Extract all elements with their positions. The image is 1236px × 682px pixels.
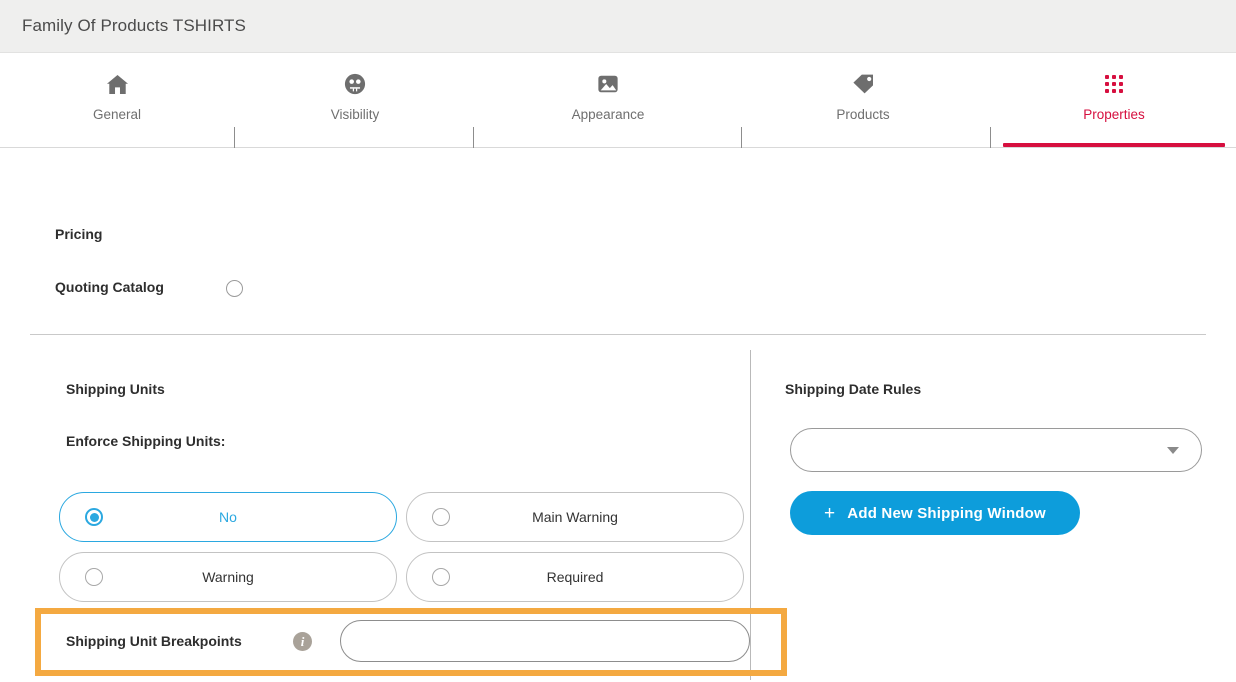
tab-visibility[interactable]: Visibility: [300, 53, 410, 148]
plus-icon: +: [824, 504, 835, 523]
option-required[interactable]: Required: [406, 552, 744, 602]
option-warning-radio: [85, 568, 103, 586]
tab-separator: [234, 127, 235, 149]
option-main-warning-label: Main Warning: [407, 509, 743, 525]
shipping-unit-breakpoints-label: Shipping Unit Breakpoints: [66, 633, 242, 649]
enforce-shipping-units-label: Enforce Shipping Units:: [66, 433, 225, 449]
tab-appearance[interactable]: Appearance: [552, 53, 664, 148]
page-title: Family Of Products TSHIRTS: [22, 16, 246, 36]
add-new-shipping-window-label: Add New Shipping Window: [847, 505, 1046, 522]
option-main-warning[interactable]: Main Warning: [406, 492, 744, 542]
chevron-down-icon: [1167, 447, 1179, 454]
tab-general[interactable]: General: [62, 53, 172, 148]
shipping-units-title: Shipping Units: [66, 381, 165, 397]
visibility-icon: [344, 71, 366, 97]
pricing-section-title: Pricing: [55, 226, 102, 242]
quoting-catalog-label: Quoting Catalog: [55, 279, 164, 295]
shipping-date-rules-title: Shipping Date Rules: [785, 381, 921, 397]
option-warning[interactable]: Warning: [59, 552, 397, 602]
tab-separator: [990, 127, 991, 149]
tab-general-label: General: [93, 107, 141, 122]
add-new-shipping-window-button[interactable]: + Add New Shipping Window: [790, 491, 1080, 535]
grid-dots-icon: [1105, 71, 1123, 97]
quoting-catalog-radio[interactable]: [226, 280, 243, 297]
tab-separator: [473, 127, 474, 149]
option-warning-label: Warning: [60, 569, 396, 585]
tab-products-label: Products: [836, 107, 889, 122]
info-icon[interactable]: i: [293, 632, 312, 651]
active-tab-underline: [1003, 143, 1225, 147]
header-bar: Family Of Products TSHIRTS: [0, 0, 1236, 53]
shipping-unit-breakpoints-input[interactable]: [340, 620, 750, 662]
tab-visibility-label: Visibility: [331, 107, 380, 122]
tab-properties[interactable]: Properties: [1058, 53, 1170, 148]
home-icon: [106, 71, 129, 97]
tab-bar: General Visibility: [0, 53, 1236, 148]
image-icon: [597, 71, 619, 97]
tab-properties-label: Properties: [1083, 107, 1145, 122]
option-no[interactable]: No: [59, 492, 397, 542]
tag-icon: [851, 71, 875, 97]
tab-separator: [741, 127, 742, 149]
option-main-warning-radio: [432, 508, 450, 526]
option-no-label: No: [60, 509, 396, 525]
section-divider: [30, 334, 1206, 335]
app-page: Family Of Products TSHIRTS General: [0, 0, 1236, 682]
tab-appearance-label: Appearance: [572, 107, 645, 122]
option-required-label: Required: [407, 569, 743, 585]
tab-products[interactable]: Products: [808, 53, 918, 148]
option-no-radio: [85, 508, 103, 526]
shipping-date-rules-select[interactable]: [790, 428, 1202, 472]
main-content: Pricing Quoting Catalog Shipping Units E…: [0, 148, 1236, 682]
option-required-radio: [432, 568, 450, 586]
